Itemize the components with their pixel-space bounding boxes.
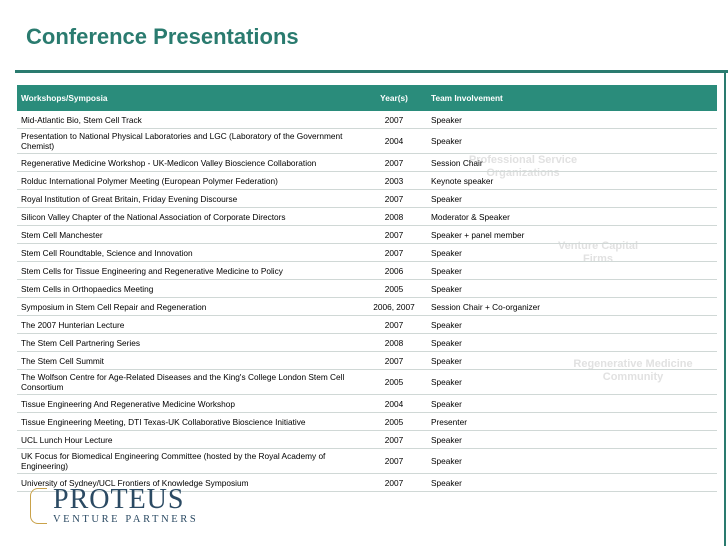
involvement-cell: Speaker + panel member xyxy=(427,225,717,244)
event-cell: Presentation to National Physical Labora… xyxy=(17,128,361,154)
logo-wordmark: PROTEUS xyxy=(53,484,185,515)
involvement-cell: Moderator & Speaker xyxy=(427,207,717,226)
year-cell: 2007 xyxy=(361,448,427,474)
year-cell: 2007 xyxy=(361,111,427,129)
table-row: Tissue Engineering Meeting, DTI Texas-UK… xyxy=(17,412,717,431)
involvement-cell: Speaker xyxy=(427,369,717,395)
year-cell: 2007 xyxy=(361,430,427,449)
event-cell: The Stem Cell Partnering Series xyxy=(17,333,361,352)
table-row: UK Focus for Biomedical Engineering Comm… xyxy=(17,448,717,474)
year-cell: 2007 xyxy=(361,153,427,172)
table-row: Presentation to National Physical Labora… xyxy=(17,128,717,154)
involvement-cell: Speaker xyxy=(427,111,717,129)
event-cell: Rolduc International Polymer Meeting (Eu… xyxy=(17,171,361,190)
involvement-cell: Speaker xyxy=(427,394,717,413)
year-cell: 2005 xyxy=(361,412,427,431)
involvement-cell: Speaker xyxy=(427,448,717,474)
proteus-logo: PROTEUS VENTURE PARTNERS xyxy=(30,486,198,526)
year-cell: 2007 xyxy=(361,351,427,370)
year-cell: 2004 xyxy=(361,394,427,413)
involvement-cell: Speaker xyxy=(427,430,717,449)
year-cell: 2006 xyxy=(361,261,427,280)
year-cell: 2004 xyxy=(361,128,427,154)
involvement-cell: Speaker xyxy=(427,315,717,334)
table-row: Stem Cell Roundtable, Science and Innova… xyxy=(17,243,717,262)
logo-mark-icon xyxy=(30,488,47,524)
involvement-cell: Speaker xyxy=(427,333,717,352)
involvement-cell: Speaker xyxy=(427,279,717,298)
involvement-cell: Speaker xyxy=(427,243,717,262)
year-cell: 2007 xyxy=(361,189,427,208)
table-row: Mid-Atlantic Bio, Stem Cell Track 2007 Spe… xyxy=(17,111,717,129)
event-cell: Regenerative Medicine Workshop - UK-Medi… xyxy=(17,153,361,172)
year-cell: 2003 xyxy=(361,171,427,190)
event-cell: Symposium in Stem Cell Repair and Regene… xyxy=(17,297,361,316)
logo-subtitle: VENTURE PARTNERS xyxy=(53,514,199,525)
involvement-cell: Speaker xyxy=(427,473,717,492)
event-cell: UCL Lunch Hour Lecture xyxy=(17,430,361,449)
table-row: Regenerative Medicine Workshop - UK-Medi… xyxy=(17,153,717,172)
involvement-cell: Speaker xyxy=(427,128,717,154)
year-cell: 2007 xyxy=(361,225,427,244)
event-cell: Stem Cells in Orthopaedics Meeting xyxy=(17,279,361,298)
event-cell: UK Focus for Biomedical Engineering Comm… xyxy=(17,448,361,474)
header-workshops: Workshops/Symposia xyxy=(17,85,361,111)
table-header-row: Workshops/Symposia Year(s) Team Involvem… xyxy=(17,85,717,111)
table-row: Rolduc International Polymer Meeting (Eu… xyxy=(17,171,717,190)
event-cell: Royal Institution of Great Britain, Frid… xyxy=(17,189,361,208)
event-cell: The 2007 Hunterian Lecture xyxy=(17,315,361,334)
event-cell: Mid-Atlantic Bio, Stem Cell Track xyxy=(17,111,361,129)
table-row: UCL Lunch Hour Lecture 2007 Speaker xyxy=(17,430,717,449)
involvement-cell: Session Chair xyxy=(427,153,717,172)
page-title: Conference Presentations xyxy=(26,24,299,49)
right-divider xyxy=(724,70,726,546)
involvement-cell: Speaker xyxy=(427,261,717,280)
involvement-cell: Keynote speaker xyxy=(427,171,717,190)
table-row: Stem Cells in Orthopaedics Meeting 2005 Sp… xyxy=(17,279,717,298)
event-cell: Tissue Engineering And Regenerative Medi… xyxy=(17,394,361,413)
involvement-cell: Presenter xyxy=(427,412,717,431)
presentations-table: Workshops/Symposia Year(s) Team Involvem… xyxy=(17,85,717,492)
year-cell: 2007 xyxy=(361,473,427,492)
year-cell: 2006, 2007 xyxy=(361,297,427,316)
involvement-cell: Session Chair + Co-organizer xyxy=(427,297,717,316)
event-cell: Silicon Valley Chapter of the National A… xyxy=(17,207,361,226)
year-cell: 2008 xyxy=(361,207,427,226)
involvement-cell: Speaker xyxy=(427,189,717,208)
table-row: The Stem Cell Summit 2007 Speaker xyxy=(17,351,717,370)
table-row: The Stem Cell Partnering Series 2008 Speak… xyxy=(17,333,717,352)
table-row: Stem Cell Manchester 2007 Speaker + panel … xyxy=(17,225,717,244)
table-row: Stem Cells for Tissue Engineering and Re… xyxy=(17,261,717,280)
event-cell: The Wolfson Centre for Age-Related Disea… xyxy=(17,369,361,395)
table-row: The 2007 Hunterian Lecture 2007 Speaker xyxy=(17,315,717,334)
year-cell: 2005 xyxy=(361,279,427,298)
table-row: Royal Institution of Great Britain, Frid… xyxy=(17,189,717,208)
table-row: Tissue Engineering And Regenerative Medi… xyxy=(17,394,717,413)
year-cell: 2007 xyxy=(361,315,427,334)
involvement-cell: Speaker xyxy=(427,351,717,370)
header-years: Year(s) xyxy=(361,85,427,111)
year-cell: 2007 xyxy=(361,243,427,262)
event-cell: Stem Cells for Tissue Engineering and Re… xyxy=(17,261,361,280)
event-cell: Tissue Engineering Meeting, DTI Texas-UK… xyxy=(17,412,361,431)
table-row: Silicon Valley Chapter of the National A… xyxy=(17,207,717,226)
table-row: Symposium in Stem Cell Repair and Regene… xyxy=(17,297,717,316)
event-cell: The Stem Cell Summit xyxy=(17,351,361,370)
top-divider xyxy=(15,70,728,73)
year-cell: 2008 xyxy=(361,333,427,352)
event-cell: Stem Cell Manchester xyxy=(17,225,361,244)
header-team-involvement: Team Involvement xyxy=(427,85,717,111)
year-cell: 2005 xyxy=(361,369,427,395)
table-row: The Wolfson Centre for Age-Related Disea… xyxy=(17,369,717,395)
event-cell: Stem Cell Roundtable, Science and Innova… xyxy=(17,243,361,262)
